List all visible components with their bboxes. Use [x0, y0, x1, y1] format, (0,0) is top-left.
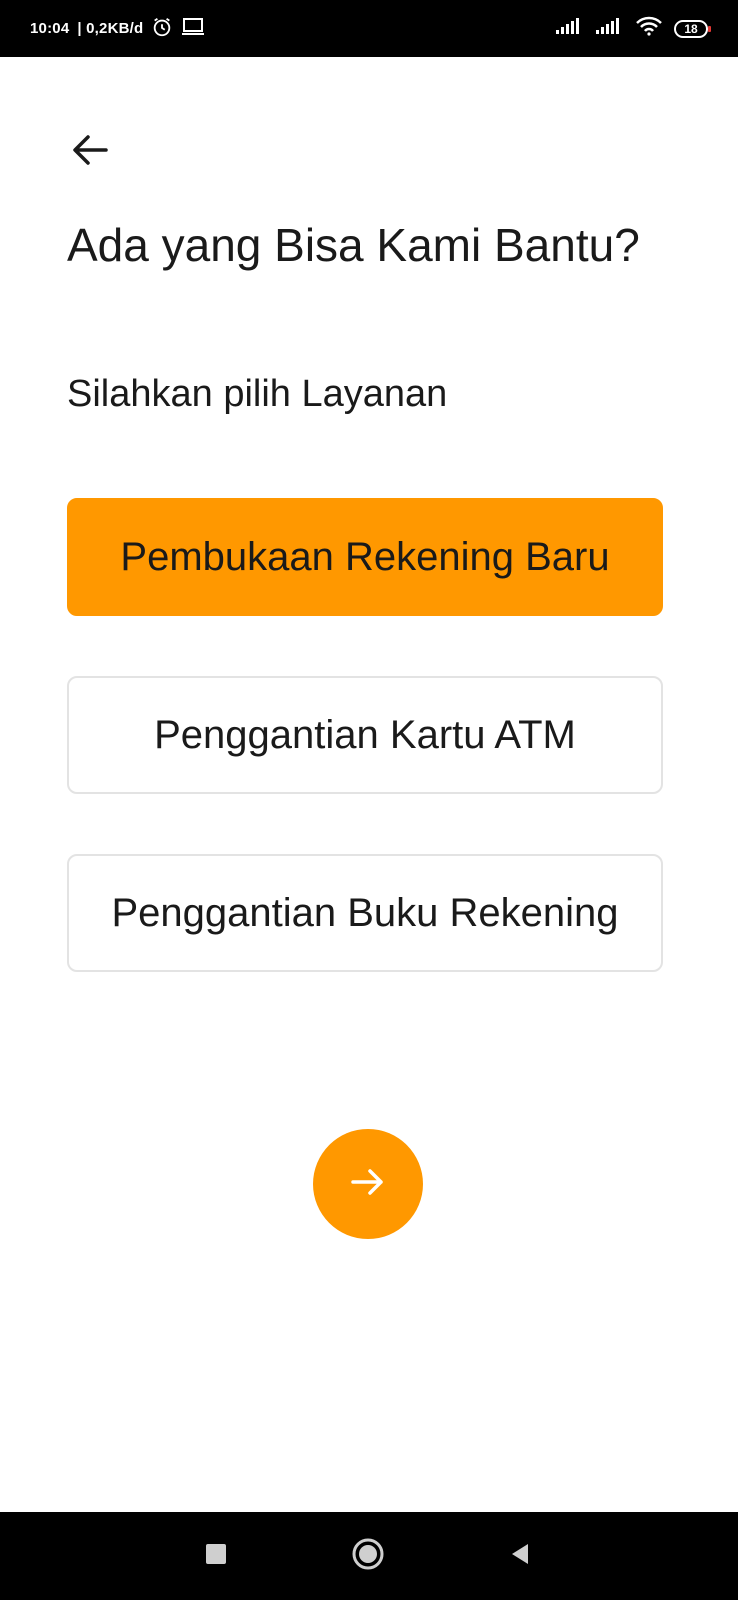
- page-title: Ada yang Bisa Kami Bantu?: [67, 219, 640, 271]
- status-bar: 10:04 | 0,2KB/d 18: [0, 0, 738, 57]
- signal-icon: [556, 17, 584, 40]
- battery-icon: 18: [674, 19, 711, 38]
- page-subtitle: Silahkan pilih Layanan: [67, 373, 448, 415]
- status-right: 18: [556, 16, 711, 41]
- option-penggantian-kartu-atm[interactable]: Penggantian Kartu ATM: [67, 676, 663, 794]
- arrow-left-icon: [70, 133, 110, 172]
- circle-icon: [351, 1537, 385, 1576]
- arrow-right-icon: [349, 1166, 387, 1203]
- status-net-speed: | 0,2KB/d: [77, 20, 144, 37]
- option-penggantian-buku-rekening[interactable]: Penggantian Buku Rekening: [67, 854, 663, 972]
- nav-recents-button[interactable]: [198, 1538, 234, 1574]
- status-left: 10:04 | 0,2KB/d: [30, 16, 205, 42]
- system-nav-bar: [0, 1512, 738, 1600]
- next-button[interactable]: [313, 1129, 423, 1239]
- triangle-back-icon: [508, 1542, 532, 1571]
- nav-back-button[interactable]: [502, 1538, 538, 1574]
- wifi-icon: [636, 16, 662, 41]
- option-pembukaan-rekening-baru[interactable]: Pembukaan Rekening Baru: [67, 498, 663, 616]
- alarm-icon: [151, 16, 173, 42]
- laptop-icon: [181, 17, 205, 41]
- nav-home-button[interactable]: [350, 1538, 386, 1574]
- back-button[interactable]: [64, 128, 116, 176]
- signal-icon: [596, 17, 624, 40]
- square-icon: [205, 1543, 227, 1570]
- status-time: 10:04: [30, 20, 70, 37]
